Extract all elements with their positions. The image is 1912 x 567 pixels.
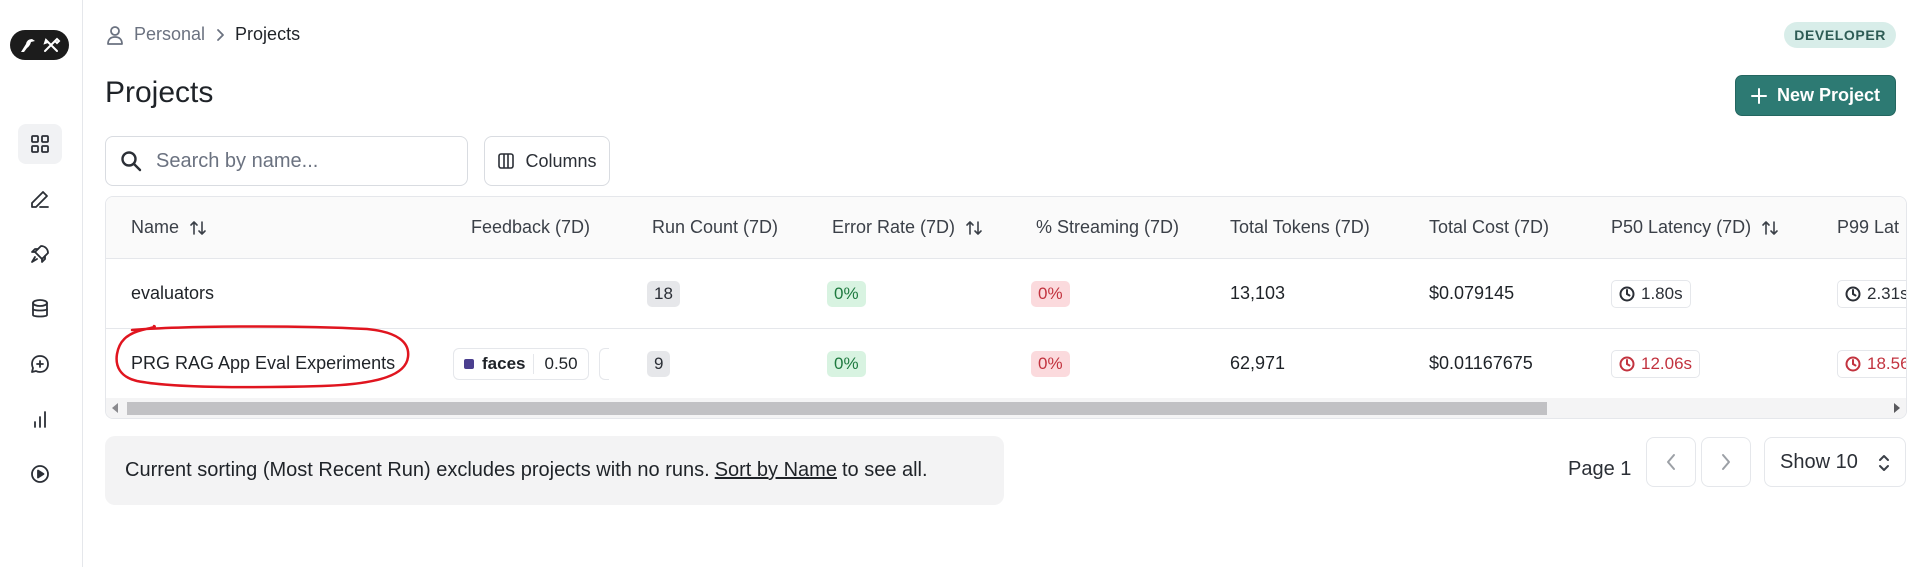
horizontal-scrollbar[interactable] [106,398,1906,418]
new-project-button[interactable]: New Project [1735,75,1896,116]
total-tokens: 62,971 [1230,353,1286,373]
run-count-chip: 9 [647,350,671,377]
table-row[interactable]: PRG RAG App Eval Experiments faces 0.50 … [106,329,1907,399]
error-rate-chip: 0% [827,280,866,307]
nav-annotate[interactable] [18,179,62,219]
total-cost: $0.079145 [1429,283,1515,303]
next-page-button[interactable] [1701,437,1751,487]
page-indicator: Page 1 [1568,457,1632,480]
chevron-updown-icon [1879,455,1889,471]
page-size-label: Show 10 [1780,450,1858,473]
pen-icon [31,191,49,208]
nav-projects[interactable] [18,124,62,164]
parrot-icon [20,39,35,52]
grid-icon [31,135,49,153]
nav-playground[interactable] [18,454,62,494]
table-row[interactable]: evaluators 18 0% 0% 13,103 $0.079145 1.8… [106,259,1907,329]
col-header-feedback: Feedback (7D) [471,217,591,237]
sort-icon[interactable] [189,219,207,237]
sidebar [0,0,83,567]
clock-icon [1619,356,1635,371]
col-header-total-tokens: Total Tokens (7D) [1230,217,1370,237]
database-icon [32,299,48,318]
new-project-label: New Project [1776,85,1881,105]
scroll-right-arrow-icon[interactable] [1894,403,1900,413]
nav-datasets[interactable] [18,289,62,329]
error-rate-chip: 0% [827,350,866,377]
page-size-select[interactable]: Show 10 [1764,437,1906,487]
search-box [105,136,468,186]
columns-icon [498,153,515,169]
col-header-p50-latency[interactable]: P50 Latency (7D) [1611,197,1779,258]
streaming-chip: 0% [1031,350,1070,377]
sort-icon[interactable] [1761,219,1779,237]
chevron-left-icon [1667,454,1675,470]
chat-plus-icon [31,355,49,373]
scroll-left-arrow-icon[interactable] [112,403,118,413]
scrollbar-thumb[interactable] [127,402,1547,415]
col-header-p99-latency: P99 Lat [1837,217,1900,237]
col-header-label: P50 Latency (7D) [1611,217,1752,237]
col-header-total-cost: Total Cost (7D) [1429,217,1550,237]
bar-chart-icon [34,411,46,428]
p50-latency-chip: 1.80s [1611,279,1691,308]
nav-prompts[interactable] [18,344,62,384]
breadcrumb: Personal Projects [106,24,300,45]
project-name[interactable]: PRG RAG App Eval Experiments [131,329,395,398]
notice-text-end: to see all. [841,459,928,481]
search-input[interactable] [156,149,436,173]
feedback-pill[interactable]: faces 0.50 [453,347,589,380]
developer-badge: DEVELOPER [1784,22,1896,48]
feedback-value: 0.50 [533,353,578,374]
columns-label: Columns [525,150,597,171]
search-icon [121,151,142,172]
breadcrumb-projects: Projects [235,24,301,44]
nav-deployments[interactable] [18,234,62,274]
col-header-label: Name [131,217,180,237]
feedback-more-pill[interactable] [598,347,609,380]
streaming-chip: 0% [1031,280,1070,307]
p50-latency-chip: 12.06s [1611,349,1701,378]
clock-icon [1845,356,1861,371]
col-header-error-rate[interactable]: Error Rate (7D) [832,197,983,258]
page-title: Projects [105,76,214,109]
p50-value: 12.06s [1641,353,1693,373]
rocket-icon [31,245,49,263]
sort-icon[interactable] [965,219,983,237]
sort-by-name-link[interactable]: Sort by Name [715,459,837,482]
p99-value: 2.31s [1867,283,1907,303]
prev-page-button[interactable] [1646,437,1696,487]
projects-table: Name Feedback (7D) Run Count (7D) Error … [105,196,1907,419]
feedback-key: faces [482,353,526,373]
feedback-color-dot [464,358,474,369]
clock-icon [1619,286,1635,301]
app-logo[interactable] [10,30,69,60]
total-tokens: 13,103 [1230,283,1286,303]
notice-text: Current sorting (Most Recent Run) exclud… [125,459,710,481]
sorting-notice: Current sorting (Most Recent Run) exclud… [105,436,1004,505]
plus-icon [1750,87,1767,104]
run-count-chip: 18 [647,280,680,307]
nav-monitoring[interactable] [18,399,62,439]
breadcrumb-personal[interactable]: Personal [134,24,205,45]
table-header: Name Feedback (7D) Run Count (7D) Error … [106,197,1906,259]
col-header-streaming: % Streaming (7D) [1036,217,1180,237]
p99-latency-chip: 18.56 [1837,349,1907,378]
columns-button[interactable]: Columns [484,136,610,186]
p50-value: 1.80s [1641,283,1683,303]
total-cost: $0.01167675 [1429,353,1533,373]
chevron-right-icon [217,28,224,41]
col-header-label: Error Rate (7D) [832,217,956,237]
clock-icon [1845,286,1861,301]
chevron-right-icon [1722,454,1730,470]
tools-icon [42,37,60,52]
p99-latency-chip: 2.31s [1837,279,1907,308]
col-header-run-count: Run Count (7D) [652,217,779,237]
p99-value: 18.56 [1867,353,1907,373]
user-icon [107,25,123,45]
col-header-name[interactable]: Name [131,197,207,258]
play-circle-icon [31,465,49,483]
project-name[interactable]: evaluators [131,259,214,328]
